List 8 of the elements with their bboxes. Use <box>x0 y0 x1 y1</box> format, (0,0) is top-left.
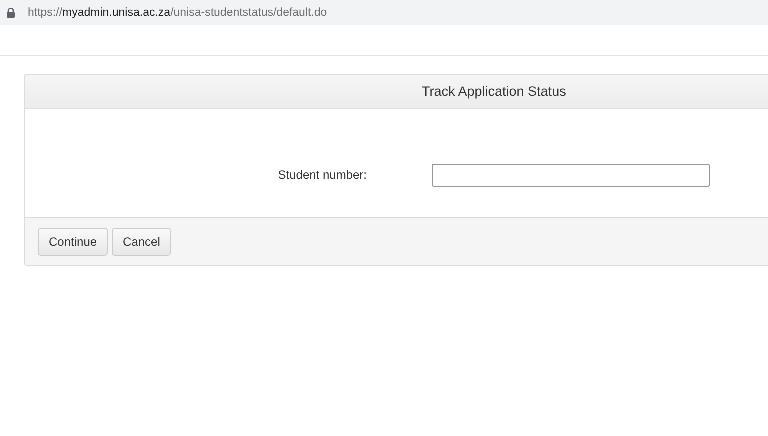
action-button[interactable]: Cancel <box>112 228 172 256</box>
field-label: Student number: <box>277 168 367 182</box>
lock-icon <box>7 8 15 18</box>
url-text[interactable]: https://myadmin.unisa.ac.za/unisa-studentstatus/default.do <box>28 6 328 18</box>
panel-title: Track Application Status <box>422 84 566 99</box>
action-button[interactable]: Continue <box>38 228 108 256</box>
address-bar[interactable]: https://myadmin.unisa.ac.za/unisa-studentstatus/default.do <box>0 0 768 25</box>
input-field[interactable] <box>432 164 710 186</box>
